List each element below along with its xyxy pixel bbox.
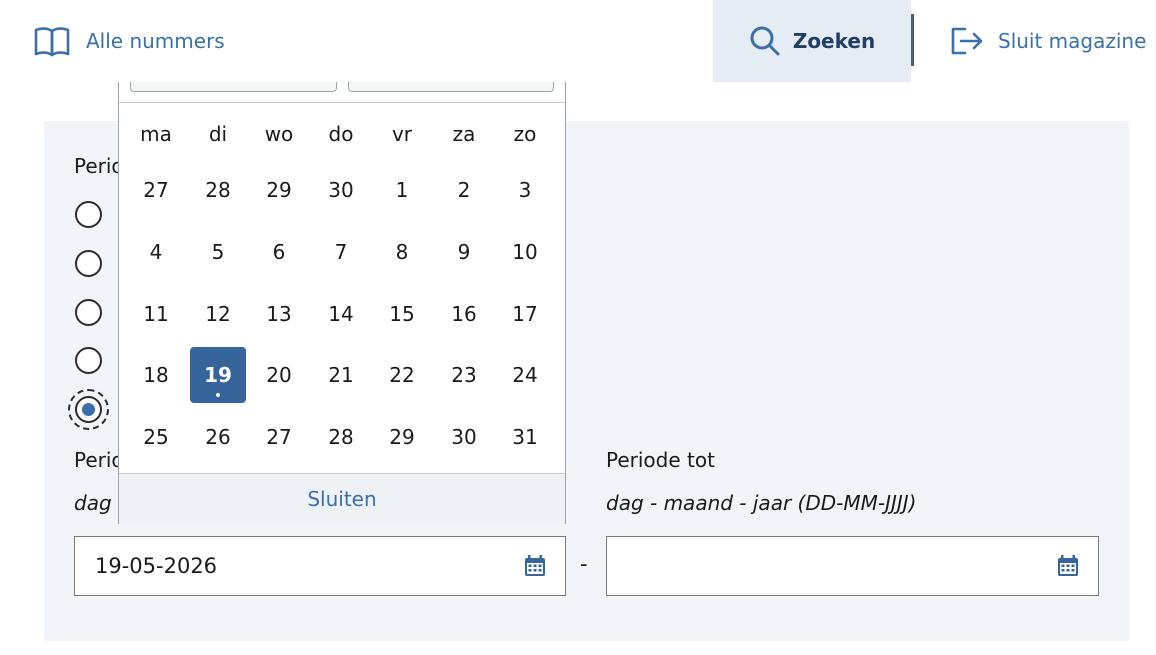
- period-to-format-hint: dag - maand - jaar (DD-MM-JJJJ): [606, 491, 916, 515]
- calendar-icon[interactable]: [1057, 555, 1079, 577]
- datepicker-day[interactable]: 1: [374, 162, 430, 218]
- weekday-header: vr: [391, 122, 413, 146]
- period-option-radio[interactable]: [75, 201, 102, 228]
- close-magazine-label: Sluit magazine: [998, 29, 1147, 53]
- weekday-header: ma: [140, 122, 172, 146]
- period-option-radio[interactable]: [75, 299, 102, 326]
- nav-divider: [911, 14, 914, 66]
- datepicker-day[interactable]: 11: [128, 286, 184, 342]
- datepicker-day[interactable]: 15: [374, 286, 430, 342]
- exit-arrow-icon: [950, 26, 984, 56]
- period-to-input[interactable]: [606, 536, 1099, 596]
- weekday-header: do: [328, 122, 354, 146]
- month-select[interactable]: [130, 82, 337, 92]
- datepicker-day[interactable]: 28: [190, 162, 246, 218]
- datepicker-day[interactable]: 29: [374, 409, 430, 465]
- search-label: Zoeken: [792, 29, 876, 53]
- format-code-text: (DD-MM-JJJJ): [797, 491, 917, 515]
- top-navigation: Alle nummers Zoeken Sluit magazine: [0, 0, 1156, 82]
- datepicker-day[interactable]: 17: [497, 286, 553, 342]
- range-separator: -: [580, 552, 588, 576]
- all-issues-label: Alle nummers: [86, 29, 225, 53]
- datepicker-day[interactable]: 14: [313, 286, 369, 342]
- datepicker-day[interactable]: 5: [190, 224, 246, 280]
- datepicker-day-selected[interactable]: 19: [190, 347, 246, 403]
- period-option-radio[interactable]: [75, 347, 102, 374]
- all-issues-link[interactable]: Alle nummers: [34, 0, 225, 82]
- datepicker-day[interactable]: 23: [436, 347, 492, 403]
- datepicker-day[interactable]: 27: [251, 409, 307, 465]
- weekday-header: di: [208, 122, 228, 146]
- weekday-header: zo: [513, 122, 537, 146]
- datepicker-day[interactable]: 9: [436, 224, 492, 280]
- datepicker-day[interactable]: 8: [374, 224, 430, 280]
- datepicker-day[interactable]: 24: [497, 347, 553, 403]
- period-custom-radio[interactable]: [75, 396, 102, 423]
- datepicker-day[interactable]: 28: [313, 409, 369, 465]
- datepicker-day[interactable]: 30: [313, 162, 369, 218]
- datepicker-close-button[interactable]: Sluiten: [307, 487, 376, 511]
- datepicker-footer: Sluiten: [119, 473, 565, 524]
- datepicker-day[interactable]: 2: [436, 162, 492, 218]
- format-hint-text: dag - maand - jaar: [606, 491, 792, 515]
- datepicker-day[interactable]: 31: [497, 409, 553, 465]
- datepicker-day[interactable]: 7: [313, 224, 369, 280]
- datepicker-day[interactable]: 6: [251, 224, 307, 280]
- datepicker-day[interactable]: 12: [190, 286, 246, 342]
- datepicker-day[interactable]: 13: [251, 286, 307, 342]
- datepicker-day[interactable]: 27: [128, 162, 184, 218]
- period-from-input[interactable]: [74, 536, 566, 596]
- search-tab[interactable]: Zoeken: [713, 0, 911, 82]
- datepicker-day[interactable]: 3: [497, 162, 553, 218]
- datepicker-day[interactable]: 20: [251, 347, 307, 403]
- datepicker-divider: [119, 102, 565, 103]
- weekday-header: za: [452, 122, 476, 146]
- magnifier-icon: [749, 25, 781, 57]
- datepicker-day[interactable]: 21: [313, 347, 369, 403]
- year-select[interactable]: [348, 82, 554, 92]
- datepicker-day[interactable]: 30: [436, 409, 492, 465]
- datepicker-day[interactable]: 18: [128, 347, 184, 403]
- datepicker-day[interactable]: 26: [190, 409, 246, 465]
- datepicker-day[interactable]: 16: [436, 286, 492, 342]
- open-book-icon: [34, 25, 70, 57]
- calendar-icon[interactable]: [524, 555, 546, 577]
- datepicker-popup: ma di wo do vr za zo 27 28 29 30 1 2 3 4 5 6 7 8 9 10 11 12 13 1…: [118, 82, 566, 524]
- datepicker-day[interactable]: 4: [128, 224, 184, 280]
- close-magazine-link[interactable]: Sluit magazine: [950, 0, 1146, 82]
- datepicker-day[interactable]: 25: [128, 409, 184, 465]
- period-to-label: Periode tot: [606, 448, 715, 472]
- datepicker-day[interactable]: 22: [374, 347, 430, 403]
- weekday-header: wo: [264, 122, 294, 146]
- datepicker-day[interactable]: 10: [497, 224, 553, 280]
- datepicker-day[interactable]: 29: [251, 162, 307, 218]
- period-option-radio[interactable]: [75, 250, 102, 277]
